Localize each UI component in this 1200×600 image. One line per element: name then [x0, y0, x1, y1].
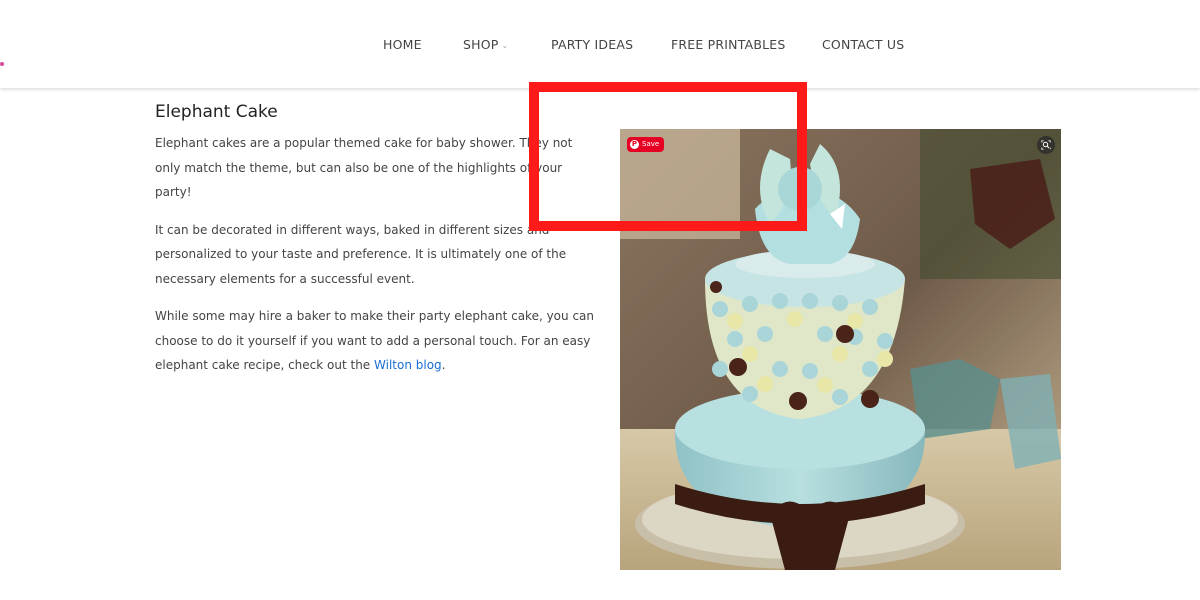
- pinterest-icon: P: [630, 140, 639, 149]
- wilton-blog-link[interactable]: Wilton blog: [374, 358, 442, 372]
- main-nav: HOME SHOP ⌄ PARTY IDEAS FREE PRINTABLES C…: [0, 37, 1200, 53]
- nav-party-ideas[interactable]: PARTY IDEAS: [551, 37, 633, 52]
- article-body: Elephant cakes are a popular themed cake…: [155, 131, 595, 391]
- pinterest-save-label: Save: [642, 140, 660, 148]
- paragraph-3-end: .: [441, 358, 446, 372]
- lens-glyph: [1041, 140, 1051, 150]
- pinterest-save-button[interactable]: P Save: [627, 137, 665, 152]
- nav-shop-label: SHOP: [463, 37, 499, 52]
- visual-search-icon[interactable]: [1037, 136, 1055, 154]
- nav-free-printables[interactable]: FREE PRINTABLES: [671, 37, 786, 52]
- paragraph-1: Elephant cakes are a popular themed cake…: [155, 136, 573, 199]
- chevron-down-icon: ⌄: [501, 41, 509, 50]
- section-title: Elephant Cake: [155, 102, 278, 122]
- nav-home[interactable]: HOME: [383, 37, 422, 52]
- site-header: HOME SHOP ⌄ PARTY IDEAS FREE PRINTABLES C…: [0, 0, 1200, 88]
- paragraph-3: While some may hire a baker to make thei…: [155, 304, 595, 378]
- paragraph-2: It can be decorated in different ways, b…: [155, 222, 567, 286]
- cake-photo-illustration: [620, 129, 1061, 570]
- nav-contact-us[interactable]: CONTACT US: [822, 37, 904, 52]
- elephant-cake-image[interactable]: P Save: [620, 129, 1061, 570]
- nav-shop[interactable]: SHOP ⌄: [463, 37, 508, 52]
- logo-fragment[interactable]: [0, 62, 4, 66]
